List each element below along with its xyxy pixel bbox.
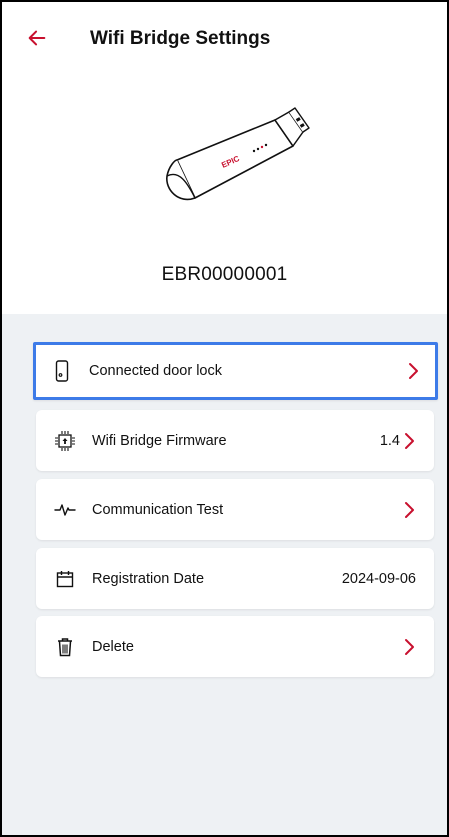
pulse-icon [54, 499, 76, 521]
wifi-bridge-firmware-label: Wifi Bridge Firmware [92, 432, 227, 449]
connected-door-lock-label: Connected door lock [89, 363, 222, 379]
registration-date-label: Registration Date [92, 570, 205, 587]
page-title: Wifi Bridge Settings [90, 28, 271, 49]
wifi-bridge-firmware-item[interactable]: Wifi Bridge Firmware 1.4 [36, 410, 434, 471]
calendar-icon [54, 568, 76, 590]
top-section: Wifi Bridge Settings EPIC EBR00000001 [2, 2, 447, 314]
registration-date-item: Registration Date 2024-09-06 [36, 548, 434, 609]
settings-list: Connected door lock Wifi Bridge Firmware… [2, 314, 447, 835]
chevron-right-icon [409, 363, 418, 379]
trash-icon [54, 636, 76, 658]
device-serial: EBR00000001 [161, 264, 288, 285]
arrow-left-icon [26, 27, 48, 54]
registration-date-value: 2024-09-06 [341, 570, 416, 587]
door-lock-icon [51, 360, 73, 382]
connected-door-lock-item[interactable]: Connected door lock [33, 342, 438, 400]
chevron-right-icon [405, 432, 414, 449]
chip-icon [54, 430, 76, 452]
chevron-right-icon [405, 501, 414, 518]
header: Wifi Bridge Settings [2, 2, 447, 78]
delete-item[interactable]: Delete [36, 616, 434, 677]
communication-test-label: Communication Test [92, 501, 224, 518]
back-button[interactable] [26, 24, 66, 56]
communication-test-item[interactable]: Communication Test [36, 479, 434, 540]
firmware-version-value: 1.4 [379, 432, 400, 449]
delete-label: Delete [92, 638, 134, 655]
wifi-bridge-device-image: EPIC [166, 107, 310, 201]
app-frame: Wifi Bridge Settings EPIC EBR00000001 Co… [0, 0, 449, 837]
chevron-right-icon [405, 638, 414, 655]
